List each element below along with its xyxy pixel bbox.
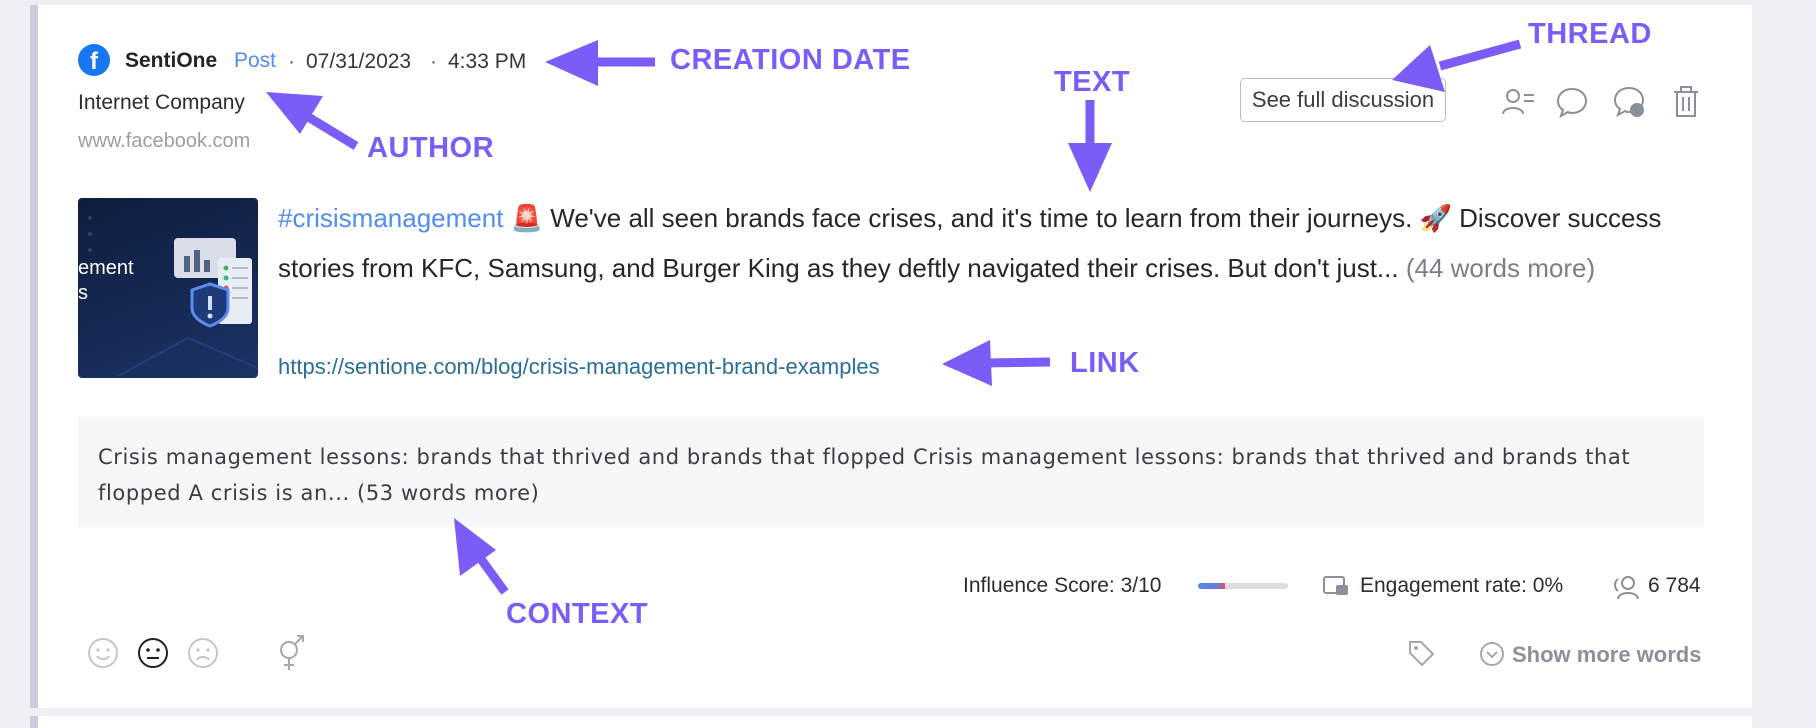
annotation-link: LINK [1070, 347, 1140, 379]
annotation-arrows [266, 39, 1522, 595]
annotation-text: TEXT [1054, 66, 1131, 98]
annotation-context: CONTEXT [506, 598, 649, 630]
annotation-creation-date: CREATION DATE [670, 44, 911, 76]
annotation-thread: THREAD [1528, 18, 1652, 50]
annotation-author: AUTHOR [367, 132, 495, 164]
